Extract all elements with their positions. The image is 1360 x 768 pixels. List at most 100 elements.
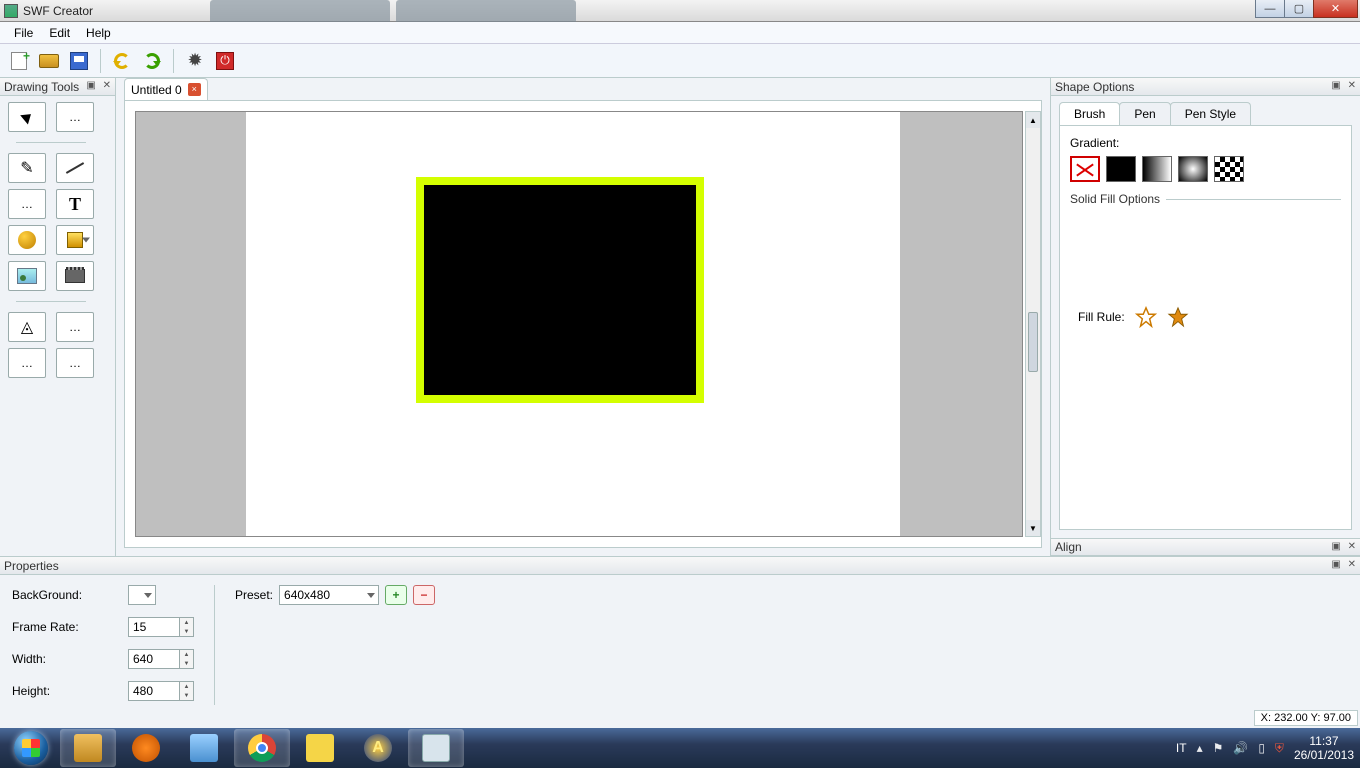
tab-pen[interactable]: Pen <box>1119 102 1170 125</box>
height-spinner[interactable]: ▲▼ <box>180 681 194 701</box>
bucket-icon: ◬ <box>21 317 33 337</box>
tab-pen-style[interactable]: Pen Style <box>1170 102 1251 125</box>
task-explorer[interactable] <box>60 729 116 767</box>
undo-button[interactable] <box>109 48 135 74</box>
maximize-button[interactable]: ▢ <box>1284 0 1314 18</box>
select-tool[interactable] <box>8 102 46 132</box>
line-tool[interactable] <box>56 153 94 183</box>
clock[interactable]: 11:37 26/01/2013 <box>1294 734 1354 763</box>
stop-button[interactable]: ⏻ <box>212 48 238 74</box>
width-input[interactable] <box>128 649 180 669</box>
minimize-button[interactable]: — <box>1255 0 1285 18</box>
framerate-spinner[interactable]: ▲▼ <box>180 617 194 637</box>
more-tool-2[interactable]: … <box>8 189 46 219</box>
gradient-none[interactable] <box>1070 156 1100 182</box>
battery-icon[interactable]: ▯ <box>1258 741 1265 755</box>
panel-controls[interactable]: ▣ ✕ <box>1331 559 1358 570</box>
pencil-tool[interactable]: ✎ <box>8 153 46 183</box>
power-icon: ⏻ <box>216 52 234 70</box>
pointer-icon <box>20 110 35 125</box>
task-swf-creator[interactable] <box>408 729 464 767</box>
preset-remove-button[interactable]: − <box>413 585 435 605</box>
save-button[interactable] <box>66 48 92 74</box>
new-file-button[interactable]: + <box>6 48 32 74</box>
scroll-up-icon[interactable]: ▲ <box>1026 112 1040 128</box>
redo-button[interactable] <box>139 48 165 74</box>
open-file-button[interactable] <box>36 48 62 74</box>
panel-controls[interactable]: ▣ ✕ <box>1331 541 1358 552</box>
task-chrome[interactable] <box>234 729 290 767</box>
document-tab-close[interactable]: × <box>188 83 201 96</box>
height-input[interactable] <box>128 681 180 701</box>
canvas-viewport[interactable] <box>135 111 1023 537</box>
preset-label: Preset: <box>235 588 273 602</box>
panel-controls[interactable]: ▣ ✕ <box>1331 80 1358 91</box>
gradient-radial[interactable] <box>1178 156 1208 182</box>
task-app-a[interactable]: A <box>350 729 406 767</box>
start-button[interactable] <box>4 729 58 767</box>
window-title: SWF Creator <box>23 4 93 18</box>
canvas-page[interactable] <box>246 112 900 536</box>
volume-icon[interactable]: 🔊 <box>1233 741 1248 755</box>
preset-add-button[interactable]: + <box>385 585 407 605</box>
fill-rule-nonzero[interactable] <box>1135 306 1157 328</box>
panel-controls[interactable]: ▣ ✕ <box>86 80 113 91</box>
settings-button[interactable]: ✹ <box>182 48 208 74</box>
fill-rule-evenodd[interactable] <box>1167 306 1189 328</box>
align-title: Align <box>1055 540 1082 554</box>
more-tool-4[interactable]: … <box>8 348 46 378</box>
scroll-down-icon[interactable]: ▼ <box>1026 520 1040 536</box>
document-tab[interactable]: Untitled 0 × <box>124 78 208 100</box>
task-media-player[interactable] <box>118 729 174 767</box>
system-tray: IT ▴ ⚑ 🔊 ▯ ⛨ 11:37 26/01/2013 <box>1176 728 1354 768</box>
circle-icon <box>18 231 36 249</box>
tab-brush[interactable]: Brush <box>1059 102 1120 125</box>
circle-tool[interactable] <box>8 225 46 255</box>
lang-indicator[interactable]: IT <box>1176 741 1187 755</box>
more-tool-1[interactable]: … <box>56 102 94 132</box>
image-tool[interactable] <box>8 261 46 291</box>
shield-icon[interactable]: ⛨ <box>1275 741 1284 756</box>
canvas-frame: ▲ ▼ <box>124 100 1042 548</box>
rectangle-tool[interactable] <box>56 225 94 255</box>
preset-combo[interactable]: 640x480 <box>279 585 379 605</box>
tray-chevron-icon[interactable]: ▴ <box>1197 741 1203 755</box>
scroll-thumb[interactable] <box>1028 312 1038 372</box>
height-label: Height: <box>12 684 128 698</box>
close-button[interactable]: ✕ <box>1313 0 1358 18</box>
more-tool-5[interactable]: … <box>56 348 94 378</box>
movie-tool[interactable] <box>56 261 94 291</box>
more-tool-3[interactable]: … <box>56 312 94 342</box>
background-color-picker[interactable] <box>128 585 156 605</box>
framerate-input[interactable] <box>128 617 180 637</box>
ellipsis-icon: … <box>21 356 33 370</box>
ellipsis-icon: … <box>69 356 81 370</box>
fill-tool[interactable]: ◬ <box>8 312 46 342</box>
width-spinner[interactable]: ▲▼ <box>180 649 194 669</box>
taskbar: A IT ▴ ⚑ 🔊 ▯ ⛨ 11:37 26/01/2013 <box>0 728 1360 768</box>
gradient-solid[interactable] <box>1106 156 1136 182</box>
line-icon <box>66 162 84 174</box>
text-tool[interactable]: T <box>56 189 94 219</box>
framerate-label: Frame Rate: <box>12 620 128 634</box>
main-toolbar: + ✹ ⏻ <box>0 44 1360 78</box>
task-folder[interactable] <box>176 729 232 767</box>
gradient-linear[interactable] <box>1142 156 1172 182</box>
menu-edit[interactable]: Edit <box>41 24 78 42</box>
menu-file[interactable]: File <box>6 24 41 42</box>
app-a-icon: A <box>364 734 392 762</box>
task-notes[interactable] <box>292 729 348 767</box>
shape-options-tabs: Brush Pen Pen Style <box>1051 96 1360 125</box>
folder-icon <box>190 734 218 762</box>
rectangle-shape[interactable] <box>416 177 704 403</box>
window-controls: — ▢ ✕ <box>1255 0 1358 18</box>
background-label: BackGround: <box>12 588 128 602</box>
clock-time: 11:37 <box>1294 734 1354 748</box>
flag-icon[interactable]: ⚑ <box>1213 741 1224 755</box>
drawing-tools-title: Drawing Tools <box>4 80 79 94</box>
vertical-scrollbar[interactable]: ▲ ▼ <box>1025 111 1041 537</box>
clock-date: 26/01/2013 <box>1294 748 1354 762</box>
status-coordinates: X: 232.00 Y: 97.00 <box>1254 710 1358 726</box>
gradient-pattern[interactable] <box>1214 156 1244 182</box>
menu-help[interactable]: Help <box>78 24 119 42</box>
